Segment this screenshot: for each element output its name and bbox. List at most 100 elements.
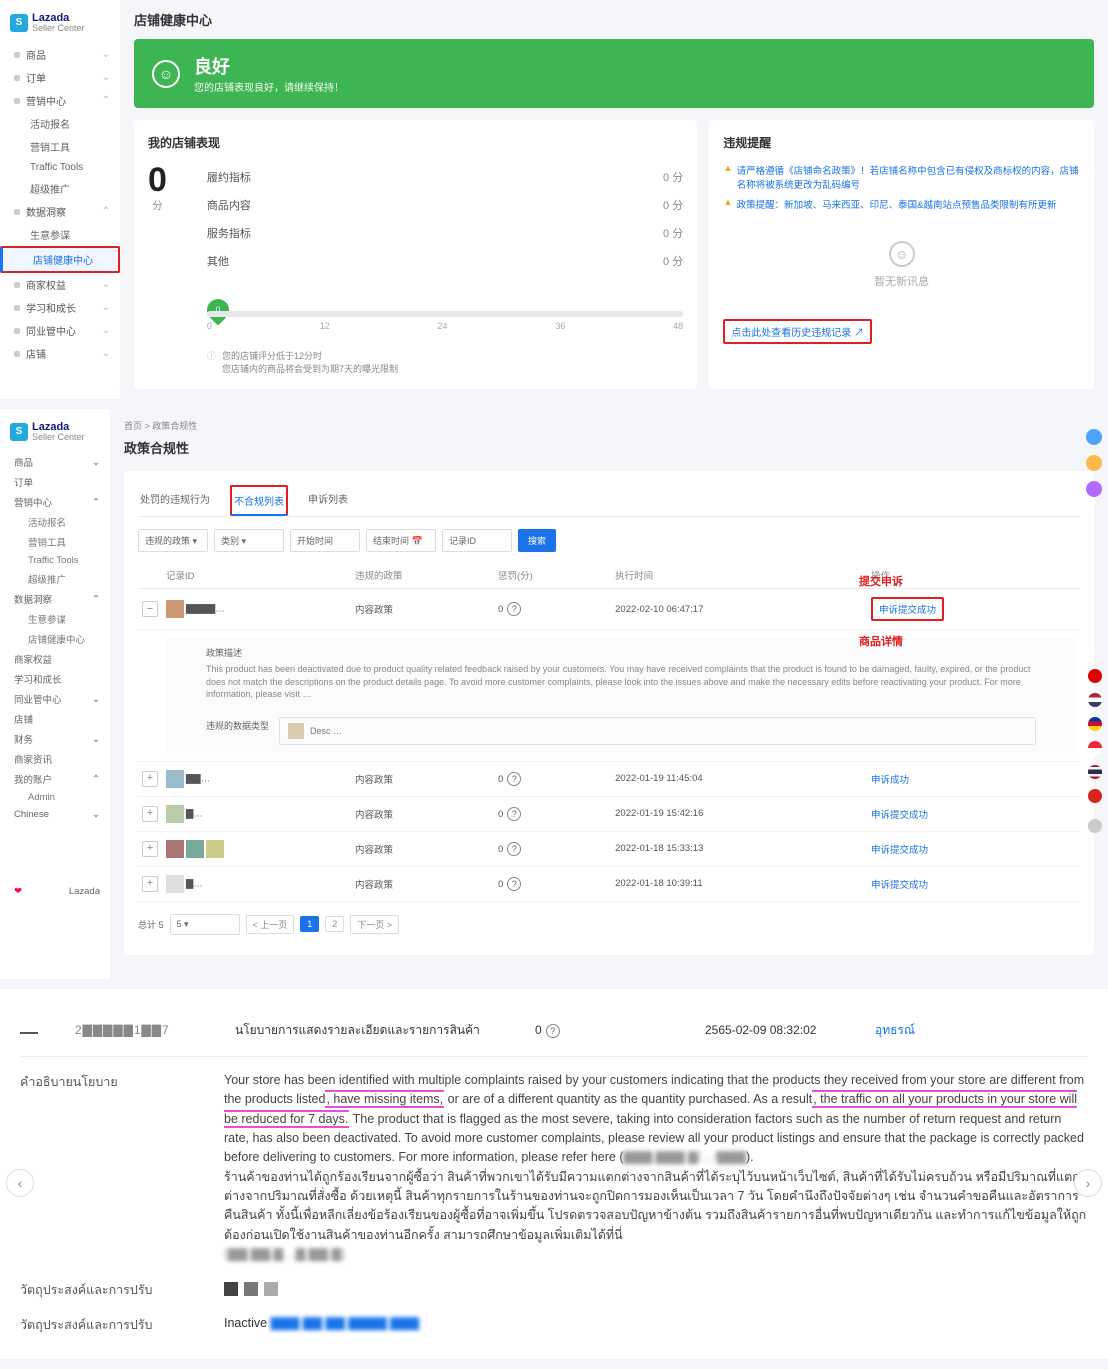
appeal-link[interactable]: 申诉提交成功: [871, 880, 928, 891]
sidebar-item[interactable]: 活动报名: [0, 112, 120, 135]
sidebar-item[interactable]: 同业管中心⌄: [0, 689, 110, 709]
help-icon[interactable]: ?: [507, 842, 521, 856]
history-link[interactable]: 点击此处查看历史违规记录 ↗: [731, 324, 864, 339]
appeal-link[interactable]: 申诉成功: [871, 775, 909, 786]
filter-category[interactable]: 类别 ▾: [214, 529, 284, 552]
help-icon[interactable]: ?: [546, 1024, 560, 1038]
filters: 违规的政策 ▾ 类别 ▾ 开始时间 结束时间 📅 记录ID 搜索: [138, 529, 1080, 552]
page-2[interactable]: 2: [325, 916, 344, 932]
flag-icon[interactable]: [1088, 789, 1102, 803]
expand-icon[interactable]: +: [142, 806, 158, 822]
flag-icon[interactable]: [1088, 669, 1102, 683]
sidebar-item[interactable]: 学习和成长: [0, 669, 110, 689]
table-row[interactable]: − ▇▇▇▇… 内容政策 0? 2022-02-10 06:47:17 申诉提交…: [138, 589, 1080, 630]
sidebar-item-health-active[interactable]: 店铺健康中心: [0, 246, 120, 273]
sidebar-item[interactable]: 商家资讯: [0, 749, 110, 769]
gear-icon[interactable]: [1088, 819, 1102, 833]
alert-line[interactable]: ▲政策提醒：新加坡、马来西亚、印尼、泰国&越南站点预售品类限制有所更新: [723, 197, 1080, 211]
sidebar-item[interactable]: 我的账户⌃: [0, 769, 110, 789]
next-page[interactable]: 下一页 >: [350, 915, 399, 934]
next-arrow[interactable]: ›: [1074, 1169, 1102, 1197]
country-flags: [1088, 669, 1102, 833]
sidebar-item[interactable]: 营销工具: [0, 532, 110, 552]
page-size[interactable]: 5 ▾: [170, 914, 240, 935]
table-row[interactable]: + ▇▇… 内容政策 0? 2022-01-19 11:45:04 申诉成功: [138, 761, 1080, 796]
collapse-icon[interactable]: [20, 1032, 38, 1034]
brand-logo[interactable]: S LazadaSeller Center: [0, 8, 120, 43]
sidebar-item[interactable]: 商家权益⌄: [0, 273, 120, 296]
label-purpose: วัตถุประสงค์และการปรับ: [20, 1279, 210, 1300]
page-title: 店铺健康中心: [134, 10, 1094, 29]
filter-policy[interactable]: 违规的政策 ▾: [138, 529, 208, 552]
sidebar-item[interactable]: 营销中心⌃: [0, 89, 120, 112]
sidebar-item[interactable]: 营销中心⌃: [0, 492, 110, 512]
filter-start[interactable]: 开始时间: [290, 529, 360, 552]
sidebar-item[interactable]: 数据洞察⌃: [0, 200, 120, 223]
tab-noncompliant[interactable]: 不合规列表: [230, 485, 288, 516]
tab-violations[interactable]: 处罚的违规行为: [138, 485, 212, 516]
search-button[interactable]: 搜索: [518, 529, 556, 552]
sidebar-item[interactable]: 活动报名: [0, 512, 110, 532]
prev-page[interactable]: < 上一页: [246, 915, 295, 934]
appeal-link[interactable]: 申诉提交成功: [871, 810, 928, 821]
sidebar-item[interactable]: 同业管中心⌄: [0, 319, 120, 342]
appeal-link[interactable]: 申诉提交成功: [871, 845, 928, 856]
page-1[interactable]: 1: [300, 916, 319, 932]
help-icon[interactable]: ?: [507, 772, 521, 786]
sidebar-item[interactable]: 商品⌄: [0, 43, 120, 66]
main-b: 首页 > 政策合规性 政策合规性 处罚的违规行为 不合规列表 申诉列表 违规的政…: [110, 409, 1108, 979]
sidebar-item[interactable]: 营销工具: [0, 135, 120, 158]
sidebar-item[interactable]: 店铺: [0, 709, 110, 729]
appeal-link[interactable]: 申诉提交成功: [879, 605, 936, 616]
record-id: 2▇▇▇▇▇1▇▇7: [75, 1023, 170, 1037]
sidebar-item[interactable]: 商家权益: [0, 649, 110, 669]
table-row: 2▇▇▇▇▇1▇▇7 นโยบายการแสดงรายละเอียดและราย…: [20, 1005, 1088, 1057]
flag-icon[interactable]: [1088, 741, 1102, 755]
product-preview[interactable]: Desc …: [279, 717, 1036, 745]
expand-icon[interactable]: +: [142, 841, 158, 857]
table-row[interactable]: + ▇… 内容政策 0? 2022-01-18 10:39:11 申诉提交成功: [138, 866, 1080, 901]
help-icon[interactable]: ?: [507, 877, 521, 891]
sidebar-item[interactable]: Admin: [0, 789, 110, 806]
help-icon[interactable]: ?: [507, 602, 521, 616]
brand-logo[interactable]: S LazadaSeller Center: [0, 417, 110, 452]
table-row[interactable]: + ▇… 内容政策 0? 2022-01-19 15:42:16 申诉提交成功: [138, 796, 1080, 831]
appeal-link[interactable]: อุทธรณ์: [875, 1023, 915, 1037]
chat-icon[interactable]: [1086, 429, 1102, 445]
logo-icon: S: [10, 14, 28, 32]
sidebar-item[interactable]: 学习和成长⌄: [0, 296, 120, 319]
help-icon[interactable]: ?: [507, 807, 521, 821]
expand-icon[interactable]: +: [142, 771, 158, 787]
sidebar-item[interactable]: 商品⌄: [0, 452, 110, 472]
sidebar-item[interactable]: Traffic Tools: [0, 158, 120, 177]
sidebar-item[interactable]: 订单: [0, 472, 110, 492]
sidebar-item[interactable]: 生意参谋: [0, 223, 120, 246]
product-link[interactable]: ▇▇▇ ▇▇ ▇▇ ▇▇▇▇ ▇▇▇: [271, 1316, 419, 1330]
collapse-icon[interactable]: −: [142, 601, 158, 617]
sidebar-b: S LazadaSeller Center 商品⌄ 订单 营销中心⌃ 活动报名 …: [0, 409, 110, 979]
sidebar-item[interactable]: Traffic Tools: [0, 552, 110, 569]
sidebar-item[interactable]: 生意参谋: [0, 609, 110, 629]
prev-arrow[interactable]: ‹: [6, 1169, 34, 1197]
sidebar-item[interactable]: 超级推广: [0, 569, 110, 589]
filter-end[interactable]: 结束时间 📅: [366, 529, 436, 552]
sidebar-item[interactable]: 超级推广: [0, 177, 120, 200]
expand-icon[interactable]: +: [142, 876, 158, 892]
bell-icon[interactable]: [1086, 455, 1102, 471]
sidebar-item[interactable]: 数据洞察⌃: [0, 589, 110, 609]
smile-outline-icon: ☺: [889, 241, 915, 267]
heart-icon[interactable]: [1086, 481, 1102, 497]
tab-appeals[interactable]: 申诉列表: [306, 485, 350, 516]
sidebar-item[interactable]: 财务⌄: [0, 729, 110, 749]
sidebar-item[interactable]: Chinese⌄: [0, 806, 110, 823]
flag-icon[interactable]: [1088, 765, 1102, 779]
label-purpose: วัตถุประสงค์และการปรับ: [20, 1314, 210, 1335]
sidebar-item[interactable]: 订单⌄: [0, 66, 120, 89]
alert-line[interactable]: ▲请严格遵循《店铺命名政策》！若店铺名称中包含已有侵权及商标权的内容，店铺名称将…: [723, 163, 1080, 191]
sidebar-item[interactable]: 店铺⌄: [0, 342, 120, 365]
table-row[interactable]: + 内容政策 0? 2022-01-18 15:33:13 申诉提交成功: [138, 831, 1080, 866]
sidebar-item[interactable]: 店铺健康中心: [0, 629, 110, 649]
flag-icon[interactable]: [1088, 717, 1102, 731]
flag-icon[interactable]: [1088, 693, 1102, 707]
filter-id[interactable]: 记录ID: [442, 529, 512, 552]
